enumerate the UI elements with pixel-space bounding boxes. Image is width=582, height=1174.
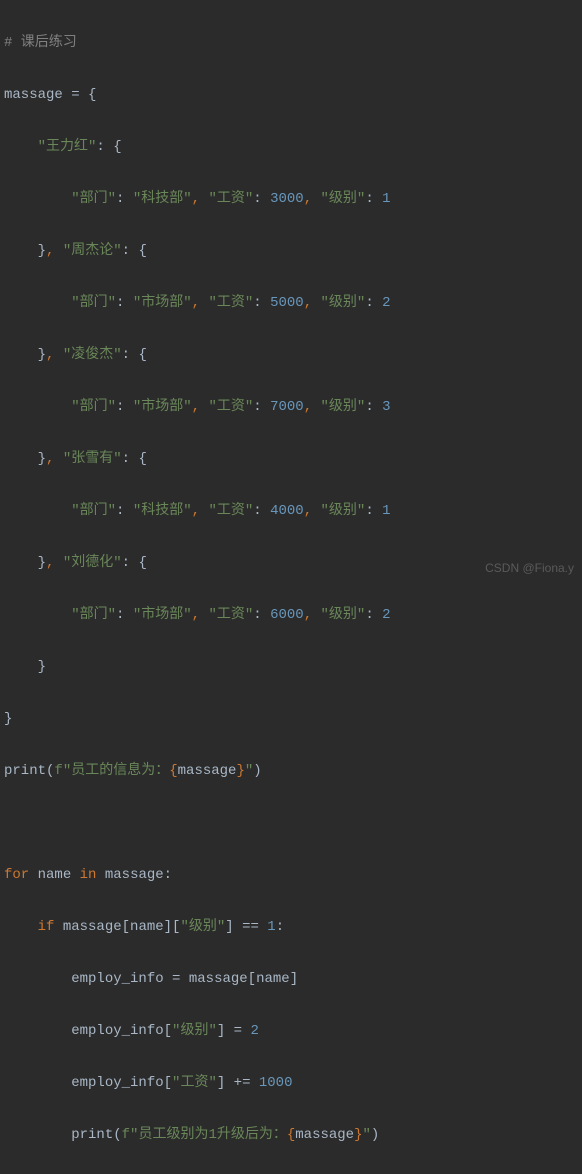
code-line: "部门": "市场部", "工资": 5000, "级别": 2: [4, 290, 582, 316]
code-line: "部门": "市场部", "工资": 7000, "级别": 3: [4, 394, 582, 420]
code-line: "部门": "市场部", "工资": 6000, "级别": 2: [4, 602, 582, 628]
code-line: # 课后练习: [4, 30, 582, 56]
code-editor[interactable]: # 课后练习 massage = { "王力红": { "部门": "科技部",…: [0, 0, 582, 1174]
code-line: "部门": "科技部", "工资": 4000, "级别": 1: [4, 498, 582, 524]
code-line: "王力红": {: [4, 134, 582, 160]
code-line: if massage[name]["级别"] == 1:: [4, 914, 582, 940]
code-line: massage = {: [4, 82, 582, 108]
code-line: employ_info["级别"] = 2: [4, 1018, 582, 1044]
code-line: }, "张雪有": {: [4, 446, 582, 472]
comment: # 课后练习: [4, 35, 77, 51]
code-line: "部门": "科技部", "工资": 3000, "级别": 1: [4, 186, 582, 212]
code-line: }: [4, 706, 582, 732]
code-line: [4, 810, 582, 836]
code-line: }, "周杰论": {: [4, 238, 582, 264]
code-line: employ_info = massage[name]: [4, 966, 582, 992]
code-line: }, "凌俊杰": {: [4, 342, 582, 368]
code-line: print(f"员工的信息为：{massage}"): [4, 758, 582, 784]
code-line: print(f"员工级别为1升级后为：{massage}"): [4, 1122, 582, 1148]
code-line: employ_info["工资"] += 1000: [4, 1070, 582, 1096]
code-line: for name in massage:: [4, 862, 582, 888]
watermark: CSDN @Fiona.y: [485, 555, 574, 581]
code-line: }: [4, 654, 582, 680]
